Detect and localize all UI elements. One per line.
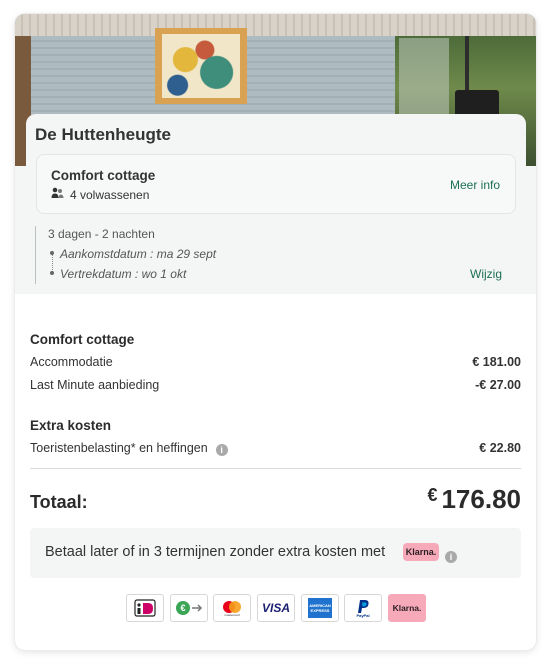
- room-title: Comfort cottage: [51, 168, 156, 183]
- total-currency: €: [427, 485, 438, 505]
- room-box: [36, 154, 516, 214]
- mastercard-icon: mastercard: [213, 594, 251, 622]
- departure-date: Vertrekdatum : wo 1 okt: [60, 267, 187, 281]
- total-price: €176.80: [427, 484, 521, 515]
- svg-text:mastercard: mastercard: [224, 613, 239, 617]
- more-info-link[interactable]: Meer info: [450, 178, 500, 192]
- tax-price: € 22.80: [479, 441, 521, 455]
- svg-text:€: €: [180, 603, 185, 613]
- guest-count-text: 4 volwassenen: [70, 187, 150, 202]
- divider: [30, 468, 521, 469]
- bank-transfer-icon: €: [170, 594, 208, 622]
- svg-text:PayPal: PayPal: [356, 613, 369, 618]
- svg-text:EXPRESS: EXPRESS: [311, 608, 330, 613]
- discount-price: -€ 27.00: [475, 378, 521, 392]
- paypal-icon: PayPal: [344, 594, 382, 622]
- discount-label: Last Minute aanbieding: [30, 378, 160, 392]
- accommodation-label: Accommodatie: [30, 355, 113, 369]
- tax-row: Toeristenbelasting* en heffingen i: [30, 441, 228, 456]
- visa-icon: VISA: [257, 594, 295, 622]
- tax-label: Toeristenbelasting* en heffingen: [30, 441, 208, 455]
- info-icon[interactable]: i: [215, 444, 228, 456]
- total-label: Totaal:: [30, 492, 88, 512]
- booking-summary-card: De Huttenheugte Comfort cottage 4 volwas…: [15, 14, 536, 650]
- guest-count: 4 volwassenen: [51, 187, 149, 202]
- klarna-logo: Klarna.: [403, 543, 439, 561]
- departure-bullet: [50, 271, 54, 275]
- klarna-icon: Klarna.: [388, 594, 426, 622]
- stay-length: 3 dagen - 2 nachten: [48, 227, 155, 241]
- accommodation-price: € 181.00: [472, 355, 521, 369]
- amex-icon: AMERICAN EXPRESS: [301, 594, 339, 622]
- total-amount: 176.80: [441, 484, 521, 514]
- info-icon[interactable]: i: [445, 546, 457, 564]
- ideal-icon: [126, 594, 164, 622]
- change-dates-link[interactable]: Wijzig: [470, 267, 502, 281]
- section-title-extra: Extra kosten: [30, 418, 112, 433]
- property-name: De Huttenheugte: [35, 125, 171, 144]
- section-title-cottage: Comfort cottage: [30, 332, 135, 347]
- guests-icon: [51, 187, 64, 202]
- klarna-text: Betaal later of in 3 termijnen zonder ex…: [45, 544, 386, 560]
- arrival-date: Aankomstdatum : ma 29 sept: [60, 247, 217, 261]
- arrival-bullet: [50, 251, 54, 255]
